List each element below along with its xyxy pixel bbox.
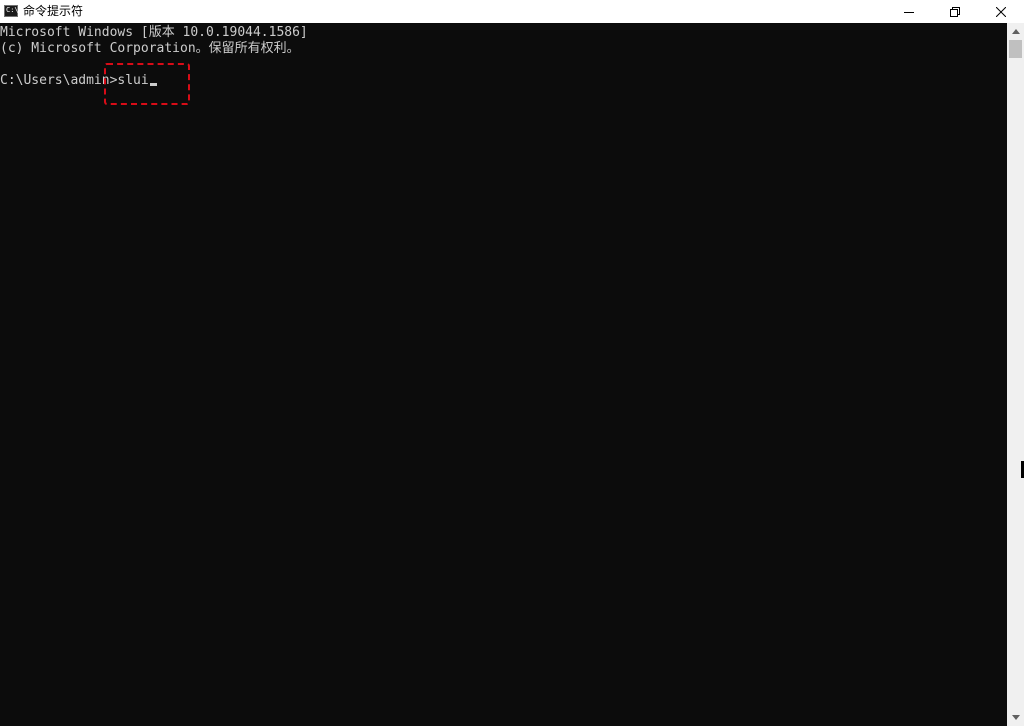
restore-button[interactable]	[932, 0, 978, 23]
version-line: Microsoft Windows [版本 10.0.19044.1586]	[0, 25, 308, 40]
command-prompt-window: C:\ 命令提示符 Microsoft Windows [版本 10.0.190…	[0, 0, 1024, 726]
scroll-up-button[interactable]	[1007, 23, 1024, 40]
title-bar[interactable]: C:\ 命令提示符	[0, 0, 1024, 23]
scroll-down-button[interactable]	[1007, 709, 1024, 726]
copyright-line: (c) Microsoft Corporation。保留所有权利。	[0, 41, 300, 56]
command-highlight-annotation	[104, 63, 190, 105]
prompt-text: C:\Users\admin>	[0, 73, 118, 88]
close-button[interactable]	[978, 0, 1024, 23]
minimize-button[interactable]	[886, 0, 932, 23]
vertical-scrollbar[interactable]	[1007, 23, 1024, 726]
scroll-down-arrow-icon	[1011, 715, 1020, 720]
minimize-icon	[904, 11, 914, 13]
scroll-up-arrow-icon	[1011, 29, 1020, 34]
restore-icon	[950, 6, 960, 17]
scroll-thumb[interactable]	[1009, 40, 1022, 58]
window-title: 命令提示符	[23, 4, 84, 18]
console-output[interactable]: Microsoft Windows [版本 10.0.19044.1586] (…	[0, 23, 1007, 726]
close-icon	[996, 6, 1006, 17]
console-app-icon[interactable]: C:\	[4, 5, 19, 17]
